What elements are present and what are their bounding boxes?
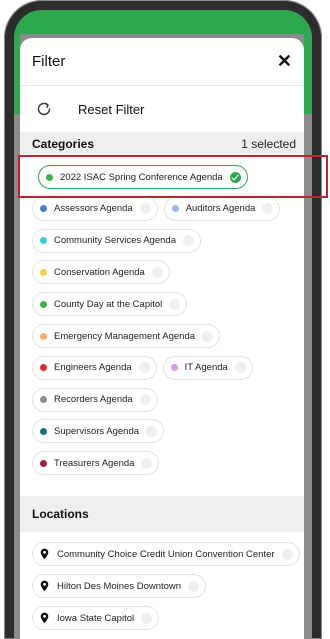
category-chip-label: Engineers Agenda bbox=[54, 362, 132, 374]
filter-sheet: Filter ✕ Reset Filter Categories 1 selec… bbox=[20, 38, 304, 639]
filter-title: Filter bbox=[32, 53, 66, 70]
category-chip[interactable]: Conservation Agenda bbox=[32, 260, 170, 285]
unchecked-circle-icon bbox=[146, 425, 158, 437]
category-chip-label: Recorders Agenda bbox=[54, 394, 133, 406]
category-chip-label: Auditors Agenda bbox=[185, 203, 256, 215]
category-color-dot bbox=[40, 300, 47, 308]
category-chip-row: Supervisors Agenda bbox=[32, 419, 165, 444]
unchecked-circle-icon bbox=[188, 580, 200, 592]
category-chip-label: Treasurers Agenda bbox=[54, 457, 135, 469]
category-chip-row: Assessors Agenda Auditors Agenda bbox=[32, 196, 281, 221]
refresh-icon bbox=[37, 102, 51, 116]
category-chip[interactable]: IT Agenda bbox=[162, 355, 253, 380]
unchecked-circle-icon bbox=[139, 394, 151, 406]
unchecked-circle-icon bbox=[169, 298, 181, 310]
reset-filter-label: Reset Filter bbox=[78, 101, 145, 117]
location-chip[interactable]: Community Choice Credit Union Convention… bbox=[32, 542, 300, 566]
category-chip-row: Emergency Management Agenda bbox=[32, 324, 221, 348]
location-chip-row: Hilton Des Moines Downtown bbox=[32, 574, 207, 598]
app-header-background bbox=[14, 10, 312, 34]
category-chip[interactable]: Auditors Agenda bbox=[163, 196, 281, 221]
close-icon[interactable]: ✕ bbox=[277, 51, 292, 72]
category-chip[interactable]: Supervisors Agenda bbox=[32, 419, 165, 444]
location-chip-label: Hilton Des Moines Downtown bbox=[57, 580, 182, 592]
location-chip[interactable]: Hilton Des Moines Downtown bbox=[32, 574, 207, 598]
category-chip-label: Emergency Management Agenda bbox=[54, 330, 196, 342]
category-chip-label: Supervisors Agenda bbox=[54, 425, 140, 437]
app-background-strip-right bbox=[304, 34, 312, 114]
category-color-dot bbox=[40, 396, 47, 404]
unchecked-circle-icon bbox=[262, 203, 274, 215]
category-chip[interactable]: Engineers Agenda bbox=[32, 355, 157, 380]
unchecked-circle-icon bbox=[234, 362, 246, 374]
category-chip[interactable]: Recorders Agenda bbox=[32, 387, 158, 412]
filter-header: Filter ✕ bbox=[20, 38, 304, 86]
category-chip-row: Community Services Agenda bbox=[32, 228, 201, 253]
location-chip[interactable]: Iowa State Capitol bbox=[32, 606, 160, 630]
location-pin-icon bbox=[40, 612, 49, 624]
category-chip-label: County Day at the Capitol bbox=[54, 298, 163, 310]
categories-section-header: Categories 1 selected bbox=[20, 132, 304, 156]
category-color-dot bbox=[40, 427, 47, 435]
category-color-dot bbox=[170, 364, 178, 372]
unchecked-circle-icon bbox=[141, 457, 153, 469]
category-chip-label: IT Agenda bbox=[184, 362, 228, 374]
locations-section-header: Locations bbox=[20, 496, 304, 532]
phone-screen: Filter ✕ Reset Filter Categories 1 selec… bbox=[14, 10, 312, 639]
category-chip[interactable]: Emergency Management Agenda bbox=[32, 324, 221, 348]
selection-highlight-box bbox=[18, 155, 328, 198]
category-color-dot bbox=[171, 205, 179, 213]
category-color-dot bbox=[40, 205, 47, 213]
category-chip-row: County Day at the Capitol bbox=[32, 292, 188, 317]
category-chip[interactable]: Assessors Agenda bbox=[32, 196, 158, 221]
unchecked-circle-icon bbox=[138, 362, 150, 374]
unchecked-circle-icon bbox=[139, 203, 151, 215]
unchecked-circle-icon bbox=[281, 548, 293, 560]
category-chip[interactable]: Community Services Agenda bbox=[32, 228, 201, 253]
unchecked-circle-icon bbox=[151, 266, 163, 278]
category-chip-label: Conservation Agenda bbox=[54, 266, 145, 278]
category-chip-row: Conservation Agenda bbox=[32, 260, 170, 285]
category-chip-row: Recorders Agenda bbox=[32, 387, 158, 412]
category-chip[interactable]: Treasurers Agenda bbox=[32, 451, 160, 476]
unchecked-circle-icon bbox=[182, 235, 194, 247]
phone-frame: Filter ✕ Reset Filter Categories 1 selec… bbox=[4, 0, 322, 639]
category-color-dot bbox=[40, 364, 47, 372]
category-chip-row: Engineers Agenda IT Agenda bbox=[32, 355, 253, 380]
reset-filter-button[interactable]: Reset Filter bbox=[20, 88, 304, 130]
category-color-dot bbox=[40, 332, 47, 340]
category-color-dot bbox=[40, 237, 47, 245]
categories-selected-count: 1 selected bbox=[241, 137, 296, 151]
category-color-dot bbox=[40, 268, 47, 276]
category-color-dot bbox=[40, 459, 47, 467]
category-chip[interactable]: County Day at the Capitol bbox=[32, 292, 188, 317]
location-pin-icon bbox=[40, 580, 49, 592]
location-chip-label: Community Choice Credit Union Convention… bbox=[57, 548, 275, 560]
location-chip-label: Iowa State Capitol bbox=[57, 612, 135, 624]
categories-title: Categories bbox=[32, 137, 95, 151]
location-chip-row: Iowa State Capitol bbox=[32, 606, 160, 630]
locations-title: Locations bbox=[32, 507, 89, 521]
location-chip-row: Community Choice Credit Union Convention… bbox=[32, 542, 300, 566]
unchecked-circle-icon bbox=[141, 612, 153, 624]
unchecked-circle-icon bbox=[202, 330, 214, 342]
category-chip-label: Community Services Agenda bbox=[54, 235, 176, 247]
location-pin-icon bbox=[40, 548, 49, 560]
category-chip-row: Treasurers Agenda bbox=[32, 451, 160, 476]
category-chip-label: Assessors Agenda bbox=[54, 203, 133, 215]
